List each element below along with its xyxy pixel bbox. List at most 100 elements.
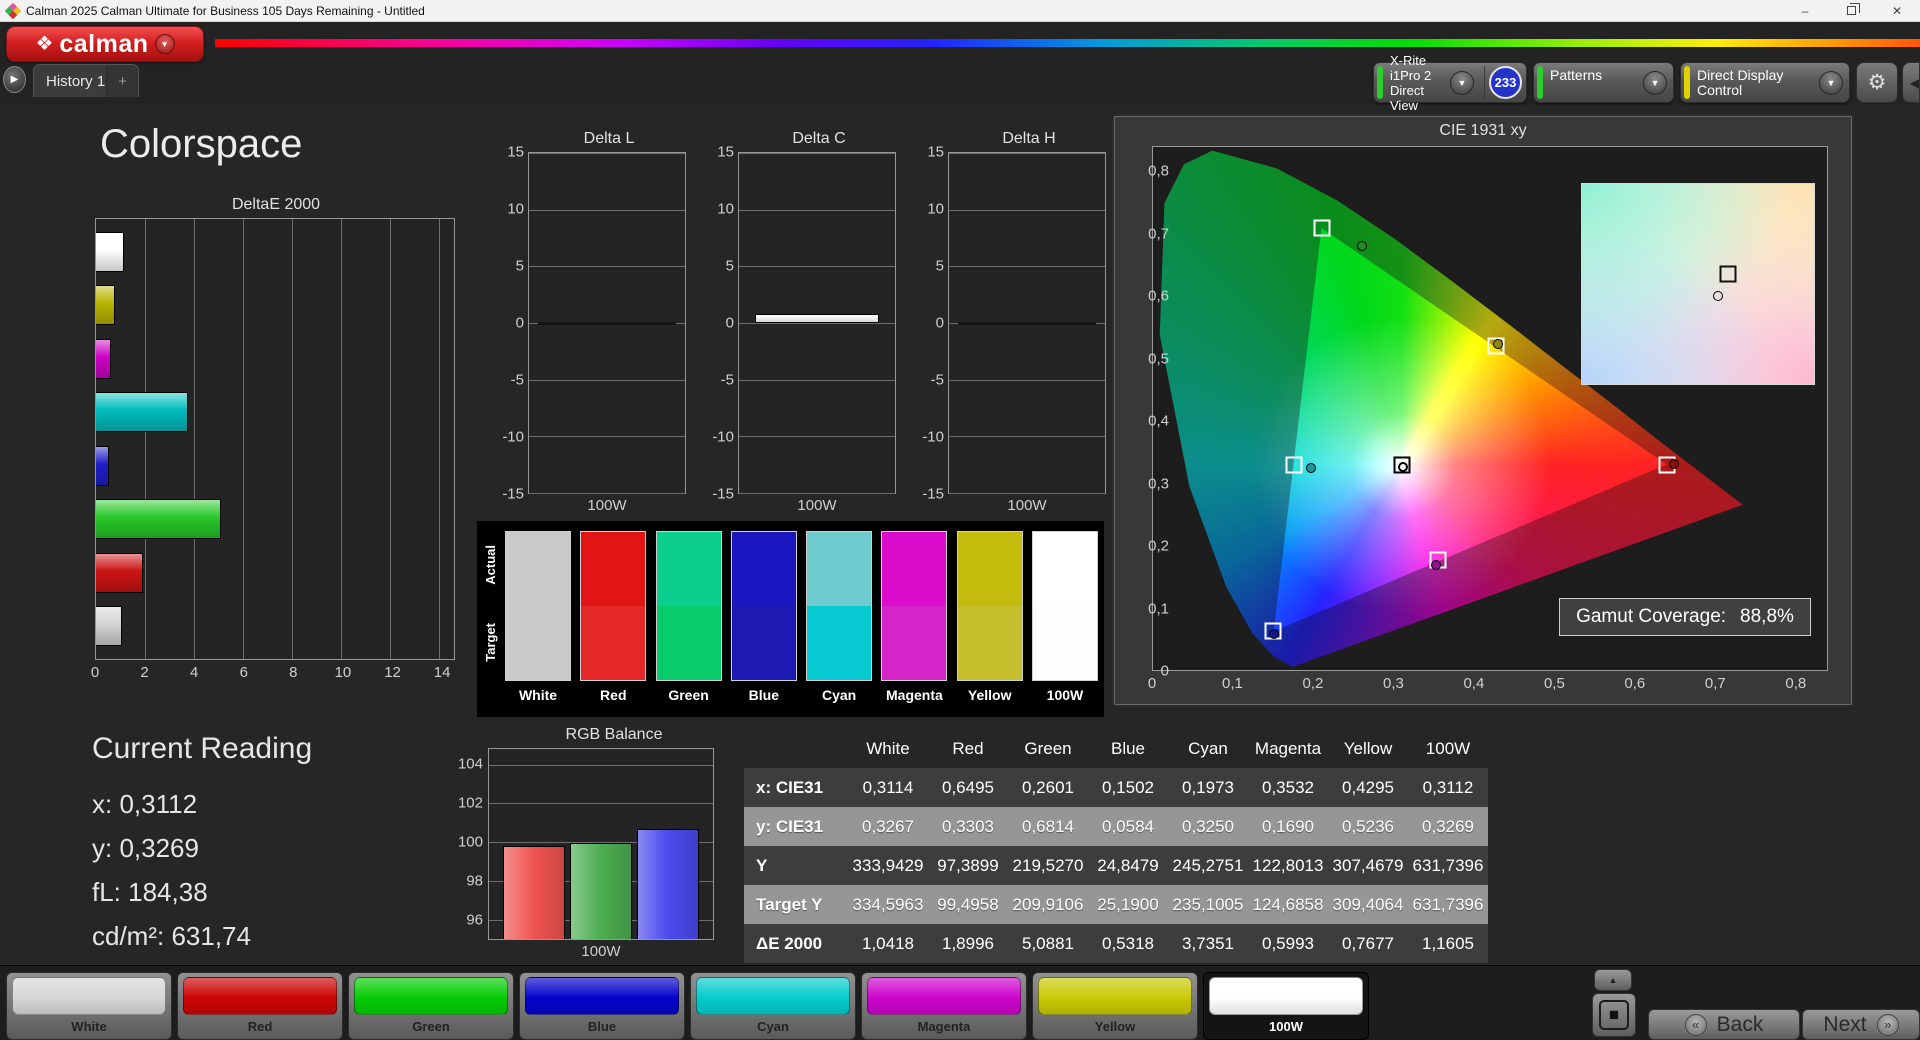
patch-button-magenta[interactable]: Magenta: [861, 972, 1027, 1040]
table-cell: 0,3112: [1422, 777, 1474, 797]
table-cell: 0,6495: [942, 777, 994, 797]
delta-chart-title: Delta H: [1002, 130, 1056, 147]
rgb-plot: [488, 748, 714, 940]
patch-swatch: [354, 977, 508, 1015]
display-control-label: Direct Display Control: [1697, 67, 1784, 98]
window-title: Calman 2025 Calman Ultimate for Business…: [26, 3, 425, 18]
deltae-bar-green: [96, 499, 221, 540]
table-cell: 3,7351: [1182, 933, 1234, 953]
table-row-label: ΔE 2000: [756, 933, 823, 953]
tab-history-1[interactable]: History 1 +: [33, 64, 139, 97]
delta-gridline: [949, 493, 1105, 494]
delta-x-label: 100W: [587, 497, 627, 514]
cie-measured-point-green: [1356, 240, 1367, 251]
collapse-toolbar-button[interactable]: ◀: [1902, 62, 1920, 103]
restore-button[interactable]: [1828, 0, 1874, 21]
cie-plot: Gamut Coverage: 88,8%: [1152, 146, 1828, 671]
patch-button-blue[interactable]: Blue: [519, 972, 685, 1040]
actual-swatch: [731, 532, 796, 606]
meter-dropdown[interactable]: X-Rite i1Pro 2 Direct View ▼ 233: [1373, 53, 1527, 113]
deltae-bar-red: [96, 552, 143, 593]
chevron-down-icon[interactable]: ▼: [1450, 70, 1474, 95]
delta-y-tick: -5: [930, 371, 944, 389]
delta-y-tick: 0: [725, 314, 734, 332]
close-button[interactable]: ✕: [1874, 0, 1920, 21]
patch-button-100w[interactable]: 100W: [1203, 972, 1369, 1040]
cie-x-tick: 0,3: [1382, 675, 1404, 692]
actual-row-label: Actual: [483, 545, 498, 585]
delta-chart-delta-h: Delta H 15 10 5 0 -5 -10 -15 100W: [912, 130, 1110, 514]
delta-gridline: [949, 153, 1105, 154]
cie-chart-title: CIE 1931 xy: [1439, 122, 1527, 139]
swatch-pair: [655, 531, 722, 681]
current-reading-title: Current Reading: [92, 732, 313, 765]
patch-button-white[interactable]: White: [6, 972, 172, 1040]
meter-count-badge[interactable]: 233: [1489, 66, 1522, 99]
table-cell: 5,0881: [1022, 933, 1074, 953]
page-title: Colorspace: [100, 122, 303, 166]
minimize-button[interactable]: –: [1782, 0, 1828, 21]
delta-x-label: 100W: [797, 497, 837, 514]
cie-x-tick: 0,5: [1543, 675, 1565, 692]
patch-button-red[interactable]: Red: [177, 972, 343, 1040]
chevron-down-icon[interactable]: ▼: [1643, 70, 1667, 95]
calman-logo-icon: ❖: [35, 33, 54, 55]
deltae-x-tick: 14: [433, 664, 451, 681]
patch-button-yellow[interactable]: Yellow: [1032, 972, 1198, 1040]
add-tab-button[interactable]: +: [106, 65, 138, 97]
delta-gridline: [739, 266, 895, 268]
patch-label: Cyan: [757, 1019, 789, 1034]
delta-gridline: [739, 493, 895, 494]
toolbar: ❖ calman ▼ ▶ History 1 + X-Rite i1Pro 2 …: [0, 22, 1920, 113]
settings-button[interactable]: ⚙: [1856, 62, 1898, 103]
actual-swatch: [807, 532, 872, 606]
table-header-100w: 100W: [1425, 738, 1471, 758]
next-button[interactable]: Next »: [1802, 1009, 1920, 1040]
patch-label: Magenta: [917, 1019, 971, 1034]
cie-x-tick: 0,8: [1785, 675, 1807, 692]
delta-plot: [528, 152, 686, 494]
swatch-column-100w: 100W: [1031, 531, 1098, 715]
swatch-label: Cyan: [822, 687, 857, 703]
cie-y-tick: 0,5: [1148, 350, 1169, 367]
display-control-dropdown[interactable]: Direct Display Control ▼: [1680, 62, 1850, 103]
pattern-window-button[interactable]: ■: [1592, 993, 1636, 1037]
cie-y-tick: 0,6: [1148, 287, 1169, 305]
patterns-dropdown[interactable]: Patterns ▼: [1533, 62, 1674, 103]
pattern-window-up-button[interactable]: ▲: [1594, 969, 1632, 991]
rgb-bar-red: [503, 845, 565, 939]
history-panel-expander[interactable]: ▶: [3, 66, 26, 93]
calman-menu-chevron[interactable]: ▼: [154, 34, 175, 54]
table-cell: 0,1690: [1262, 816, 1314, 836]
cie-target-square-green: [1313, 219, 1330, 237]
target-swatch: [807, 606, 872, 680]
back-button[interactable]: « Back: [1648, 1009, 1800, 1040]
rgb-y-tick: 102: [457, 794, 483, 812]
table-cell: 219,5270: [1012, 855, 1084, 875]
table-cell: 0,7677: [1342, 933, 1394, 953]
patch-swatch: [867, 977, 1021, 1015]
delta-y-tick: -5: [720, 371, 734, 389]
delta-gridline: [529, 266, 685, 268]
delta-gridline: [529, 379, 685, 381]
rgb-y-tick: 100: [457, 833, 483, 851]
swatch-column-blue: Blue: [730, 531, 797, 715]
patch-button-green[interactable]: Green: [348, 972, 514, 1040]
app-window: Calman 2025 Calman Ultimate for Business…: [0, 0, 1920, 1040]
deltae-bar-magenta: [96, 338, 111, 379]
cie-y-tick: 0,1: [1148, 600, 1169, 617]
table-cell: 0,3250: [1182, 816, 1234, 836]
calman-menu-button[interactable]: ❖ calman ▼: [6, 26, 204, 62]
table-header-red: Red: [952, 738, 984, 758]
deltae-bar-blue: [96, 445, 110, 486]
table-cell: 631,7396: [1412, 894, 1484, 914]
patch-button-cyan[interactable]: Cyan: [690, 972, 856, 1040]
table-cell: 0,3269: [1422, 816, 1474, 836]
delta-y-tick: 15: [717, 143, 734, 161]
patch-label: Yellow: [1094, 1019, 1136, 1034]
delta-zero-bar: [958, 322, 1096, 325]
deltae-x-tick: 6: [239, 664, 248, 681]
delta-gridline: [949, 436, 1105, 438]
deltae-bar-cyan: [96, 392, 188, 433]
chevron-down-icon[interactable]: ▼: [1819, 70, 1843, 95]
